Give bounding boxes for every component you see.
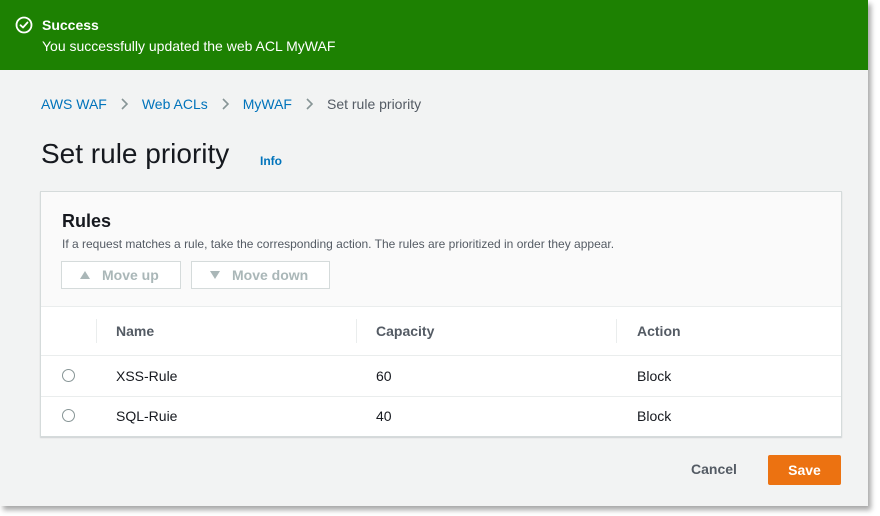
column-divider	[96, 319, 97, 343]
column-header-action[interactable]: Action	[637, 323, 681, 339]
rules-container: Rules If a request matches a rule, take …	[40, 191, 842, 437]
row-radio[interactable]	[62, 369, 75, 382]
save-label: Save	[788, 462, 821, 478]
move-down-label: Move down	[232, 267, 309, 283]
chevron-right-icon	[121, 98, 128, 110]
rules-header: Rules If a request matches a rule, take …	[41, 192, 841, 307]
page-title: Set rule priority	[41, 138, 230, 169]
column-divider	[356, 319, 357, 343]
table-header: Name Capacity Action	[41, 307, 841, 356]
success-flashbar: Success You successfully updated the web…	[0, 0, 868, 70]
page: Success You successfully updated the web…	[0, 0, 868, 506]
rules-title: Rules	[62, 211, 112, 231]
breadcrumb-mywaf[interactable]: MyWAF	[243, 96, 292, 112]
flash-message: You successfully updated the web ACL MyW…	[42, 38, 336, 54]
row-radio[interactable]	[62, 409, 75, 422]
move-up-label: Move up	[102, 267, 159, 283]
save-button[interactable]: Save	[768, 455, 841, 485]
flash-title: Success	[42, 17, 99, 33]
cancel-button[interactable]: Cancel	[691, 461, 737, 477]
breadcrumb-current: Set rule priority	[326, 96, 422, 112]
caret-down-icon	[210, 271, 220, 279]
column-divider	[616, 319, 617, 343]
move-down-button[interactable]: Move down	[191, 261, 330, 289]
rule-capacity: 40	[376, 408, 392, 424]
table-row[interactable]: SQL-Ruie 40 Block	[41, 396, 841, 436]
rule-name: SQL-Ruie	[116, 408, 178, 424]
info-link[interactable]: Info	[260, 154, 282, 168]
rule-action: Block	[637, 368, 672, 384]
rule-capacity: 60	[376, 368, 392, 384]
caret-up-icon	[80, 271, 90, 279]
breadcrumb-web-acls[interactable]: Web ACLs	[142, 96, 208, 112]
rule-name: XSS-Rule	[116, 368, 178, 384]
chevron-right-icon	[306, 98, 314, 110]
chevron-right-icon	[222, 98, 229, 110]
rule-action: Block	[637, 408, 672, 424]
breadcrumb: AWS WAF Web ACLs MyWAF Set rule priority	[41, 96, 421, 112]
table-row[interactable]: XSS-Rule 60 Block	[41, 356, 841, 397]
breadcrumb-aws-waf[interactable]: AWS WAF	[41, 96, 107, 112]
column-header-name[interactable]: Name	[116, 323, 154, 339]
column-header-capacity[interactable]: Capacity	[376, 323, 434, 339]
check-circle-icon	[15, 16, 33, 34]
move-up-button[interactable]: Move up	[61, 261, 181, 289]
rules-description: If a request matches a rule, take the co…	[62, 237, 615, 251]
